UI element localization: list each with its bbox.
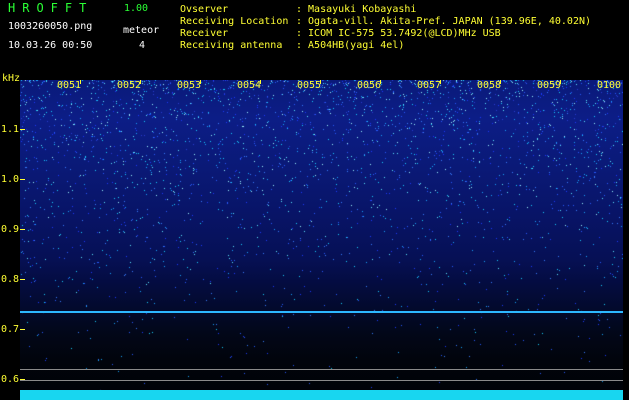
y-tick-mark <box>20 179 25 180</box>
x-tick-mark <box>200 80 201 84</box>
y-tick-mark <box>20 279 25 280</box>
app-title: HROFFT <box>8 1 94 15</box>
info-values: : Masayuki Kobayashi : Ogata-vill. Akita… <box>296 4 591 52</box>
x-tick-label: 0057 <box>417 80 442 91</box>
x-tick-label: 0051 <box>57 80 82 91</box>
meteor-count: 4 <box>139 40 146 51</box>
x-tick-mark <box>380 80 381 84</box>
x-tick-label: 0059 <box>537 80 562 91</box>
spectrum-baseline <box>20 390 623 400</box>
x-tick-mark <box>80 80 81 84</box>
x-tick-label: 0053 <box>177 80 202 91</box>
receiver-value: : ICOM IC-575 53.7492(@LCD)MHz USB <box>296 28 501 39</box>
y-tick-label: 1.0 <box>1 174 20 185</box>
antenna-label: Receiving antenna <box>180 40 283 51</box>
meteor-echo-trace <box>20 311 623 313</box>
x-tick-mark <box>560 80 561 84</box>
x-tick-mark <box>260 80 261 84</box>
x-tick-label: 0055 <box>297 80 322 91</box>
info-labels: Ovserver Receiving Location Receiver Rec… <box>180 4 288 52</box>
reference-line-lower <box>20 380 623 381</box>
x-tick-label: 0100 <box>597 80 622 91</box>
observer-value: : Masayuki Kobayashi <box>296 4 417 15</box>
app-version: 1.00 <box>124 3 149 14</box>
observer-label: Ovserver <box>180 4 229 15</box>
y-tick-mark <box>20 129 25 130</box>
file-name: 1003260050.png <box>8 21 93 32</box>
frequency-unit-label: kHz <box>2 73 21 84</box>
spectrogram-noise <box>20 80 623 398</box>
x-tick-mark <box>440 80 441 84</box>
x-tick-label: 0054 <box>237 80 262 91</box>
reference-line-upper <box>20 369 623 370</box>
hrofft-window: HROFFT 1.00 1003260050.png 10.03.26 00:5… <box>0 0 629 400</box>
y-tick-label: 0.9 <box>1 224 20 235</box>
x-tick-mark <box>140 80 141 84</box>
spectrogram-waterfall <box>20 80 623 398</box>
capture-datetime: 10.03.26 00:50 <box>8 40 93 51</box>
y-tick-label: 0.6 <box>1 374 20 385</box>
location-value: : Ogata-vill. Akita-Pref. JAPAN (139.96E… <box>296 16 592 27</box>
x-tick-label: 0056 <box>357 80 382 91</box>
x-tick-mark <box>500 80 501 84</box>
y-tick-mark <box>20 329 25 330</box>
receiver-label: Receiver <box>180 28 229 39</box>
y-tick-mark <box>20 229 25 230</box>
x-tick-mark <box>320 80 321 84</box>
location-label: Receiving Location <box>180 16 289 27</box>
y-tick-label: 1.1 <box>1 124 20 135</box>
y-tick-label: 0.7 <box>1 324 20 335</box>
x-tick-label: 0058 <box>477 80 502 91</box>
y-tick-mark <box>20 379 25 380</box>
x-tick-label: 0052 <box>117 80 142 91</box>
antenna-value: : A504HB(yagi 4el) <box>296 40 405 51</box>
meteor-label: meteor <box>123 25 160 36</box>
y-tick-label: 0.8 <box>1 274 20 285</box>
